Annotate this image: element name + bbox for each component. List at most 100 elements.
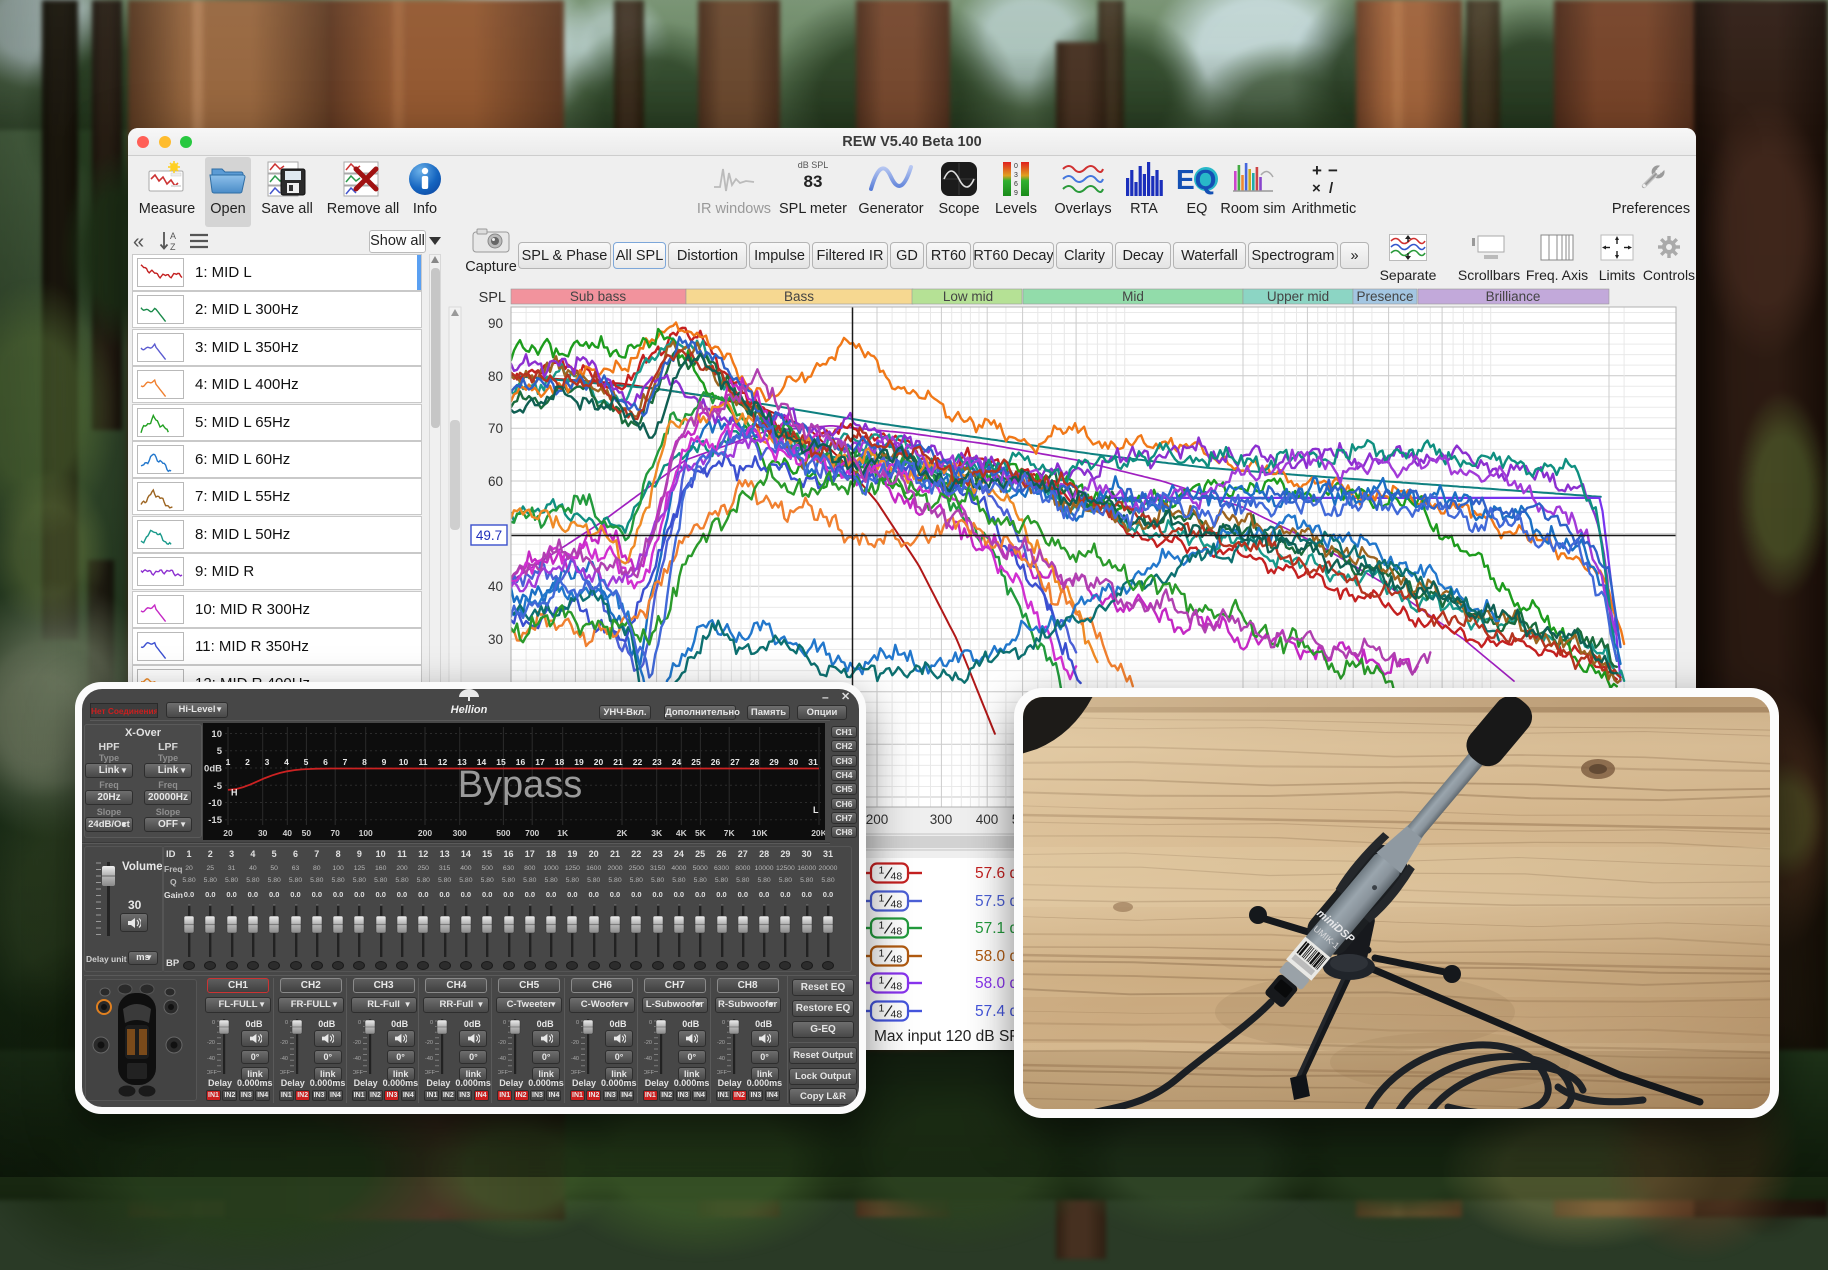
svg-text:OFF: OFF bbox=[425, 1070, 436, 1076]
svg-text:22: 22 bbox=[633, 757, 643, 767]
svg-text:8: 8 bbox=[362, 757, 367, 767]
svg-text:20K: 20K bbox=[811, 828, 825, 838]
svg-text:40: 40 bbox=[488, 579, 503, 594]
svg-text:80: 80 bbox=[488, 369, 503, 384]
svg-text:4K: 4K bbox=[676, 828, 688, 838]
svg-text:0: 0 bbox=[576, 1020, 579, 1026]
svg-text:9: 9 bbox=[1014, 190, 1018, 197]
svg-text:60: 60 bbox=[488, 474, 503, 489]
svg-text:4: 4 bbox=[284, 757, 289, 767]
svg-text:300: 300 bbox=[930, 812, 953, 827]
svg-text:-20: -20 bbox=[644, 1040, 652, 1046]
svg-text:30: 30 bbox=[258, 828, 268, 838]
svg-text:57.4 d: 57.4 d bbox=[975, 1003, 1018, 1020]
svg-text:57.1 d: 57.1 d bbox=[975, 920, 1018, 937]
svg-text:Low mid: Low mid bbox=[943, 289, 993, 304]
svg-text:-40: -40 bbox=[571, 1056, 579, 1062]
svg-text:0: 0 bbox=[722, 1020, 725, 1026]
svg-text:-40: -40 bbox=[207, 1056, 215, 1062]
svg-text:29: 29 bbox=[769, 757, 779, 767]
svg-text:20: 20 bbox=[223, 828, 233, 838]
svg-text:A: A bbox=[170, 231, 176, 241]
svg-text:57.5 d: 57.5 d bbox=[975, 893, 1018, 910]
svg-text:7K: 7K bbox=[724, 828, 736, 838]
svg-text:0: 0 bbox=[1014, 163, 1018, 170]
svg-text:+: + bbox=[1312, 161, 1322, 180]
svg-text:500: 500 bbox=[496, 828, 510, 838]
svg-text:70: 70 bbox=[330, 828, 340, 838]
svg-text:3K: 3K bbox=[651, 828, 663, 838]
svg-text:Bass: Bass bbox=[784, 289, 814, 304]
svg-text:Mid: Mid bbox=[1122, 289, 1144, 304]
svg-text:11: 11 bbox=[419, 757, 428, 767]
svg-text:Upper mid: Upper mid bbox=[1267, 289, 1329, 304]
svg-text:-20: -20 bbox=[425, 1040, 433, 1046]
svg-text:12: 12 bbox=[438, 757, 448, 767]
svg-text:5: 5 bbox=[217, 746, 223, 757]
svg-text:1: 1 bbox=[879, 892, 885, 904]
svg-text:0: 0 bbox=[212, 1020, 215, 1026]
svg-text:48: 48 bbox=[891, 1008, 903, 1020]
svg-text:50: 50 bbox=[302, 828, 312, 838]
svg-text:49.7: 49.7 bbox=[476, 528, 502, 543]
svg-text:48: 48 bbox=[891, 981, 903, 993]
svg-text:24: 24 bbox=[672, 757, 682, 767]
svg-text:0: 0 bbox=[430, 1020, 433, 1026]
svg-text:−: − bbox=[1328, 161, 1338, 180]
svg-text:OFF: OFF bbox=[353, 1070, 364, 1076]
svg-text:700: 700 bbox=[525, 828, 539, 838]
svg-text:1: 1 bbox=[879, 920, 885, 932]
svg-text:-40: -40 bbox=[498, 1056, 506, 1062]
svg-text:-40: -40 bbox=[644, 1056, 652, 1062]
svg-text:0dB: 0dB bbox=[204, 764, 222, 775]
svg-text:2K: 2K bbox=[617, 828, 629, 838]
svg-text:30: 30 bbox=[488, 632, 503, 647]
svg-text:6: 6 bbox=[1014, 181, 1018, 188]
svg-text:1: 1 bbox=[879, 1002, 885, 1014]
svg-text:26: 26 bbox=[711, 757, 721, 767]
svg-text:7: 7 bbox=[343, 757, 348, 767]
svg-text:OFF: OFF bbox=[571, 1070, 582, 1076]
svg-text:57.6 d: 57.6 d bbox=[975, 865, 1018, 882]
svg-text:OFF: OFF bbox=[280, 1070, 291, 1076]
svg-text:1: 1 bbox=[879, 865, 885, 877]
svg-text:5K: 5K bbox=[695, 828, 707, 838]
svg-text:3: 3 bbox=[265, 757, 270, 767]
svg-text:1: 1 bbox=[879, 975, 885, 987]
svg-text:200: 200 bbox=[418, 828, 432, 838]
svg-text:×: × bbox=[1312, 180, 1321, 197]
svg-text:-20: -20 bbox=[498, 1040, 506, 1046]
svg-text:21: 21 bbox=[613, 757, 623, 767]
svg-text:-5: -5 bbox=[214, 781, 223, 792]
svg-text:-40: -40 bbox=[280, 1056, 288, 1062]
svg-text:-40: -40 bbox=[425, 1056, 433, 1062]
svg-text:58.0 d: 58.0 d bbox=[975, 975, 1018, 992]
svg-text:70: 70 bbox=[488, 421, 503, 436]
svg-text:Sub bass: Sub bass bbox=[570, 289, 627, 304]
svg-text:48: 48 bbox=[891, 953, 903, 965]
svg-text:58.0 d: 58.0 d bbox=[975, 948, 1018, 965]
svg-text:200: 200 bbox=[866, 812, 889, 827]
svg-text:25: 25 bbox=[691, 757, 701, 767]
svg-text:-20: -20 bbox=[571, 1040, 579, 1046]
svg-text:Brilliance: Brilliance bbox=[1486, 289, 1541, 304]
svg-text:-20: -20 bbox=[207, 1040, 215, 1046]
svg-text:90: 90 bbox=[488, 316, 503, 331]
svg-text:Presence: Presence bbox=[1356, 289, 1413, 304]
svg-text:-10: -10 bbox=[208, 798, 222, 809]
svg-text:OFF: OFF bbox=[207, 1070, 218, 1076]
svg-text:48: 48 bbox=[891, 871, 903, 883]
svg-text:9: 9 bbox=[382, 757, 387, 767]
svg-text:6: 6 bbox=[323, 757, 328, 767]
svg-text:0: 0 bbox=[503, 1020, 506, 1026]
svg-text:1: 1 bbox=[879, 947, 885, 959]
svg-text:48: 48 bbox=[891, 926, 903, 938]
svg-text:0: 0 bbox=[285, 1020, 288, 1026]
svg-text:Bypass: Bypass bbox=[458, 764, 583, 806]
svg-text:SPL: SPL bbox=[479, 290, 506, 306]
svg-text:-40: -40 bbox=[717, 1056, 725, 1062]
svg-text:10: 10 bbox=[211, 729, 222, 740]
svg-text:-15: -15 bbox=[208, 815, 222, 826]
svg-text:31: 31 bbox=[808, 757, 818, 767]
svg-text:0: 0 bbox=[358, 1020, 361, 1026]
